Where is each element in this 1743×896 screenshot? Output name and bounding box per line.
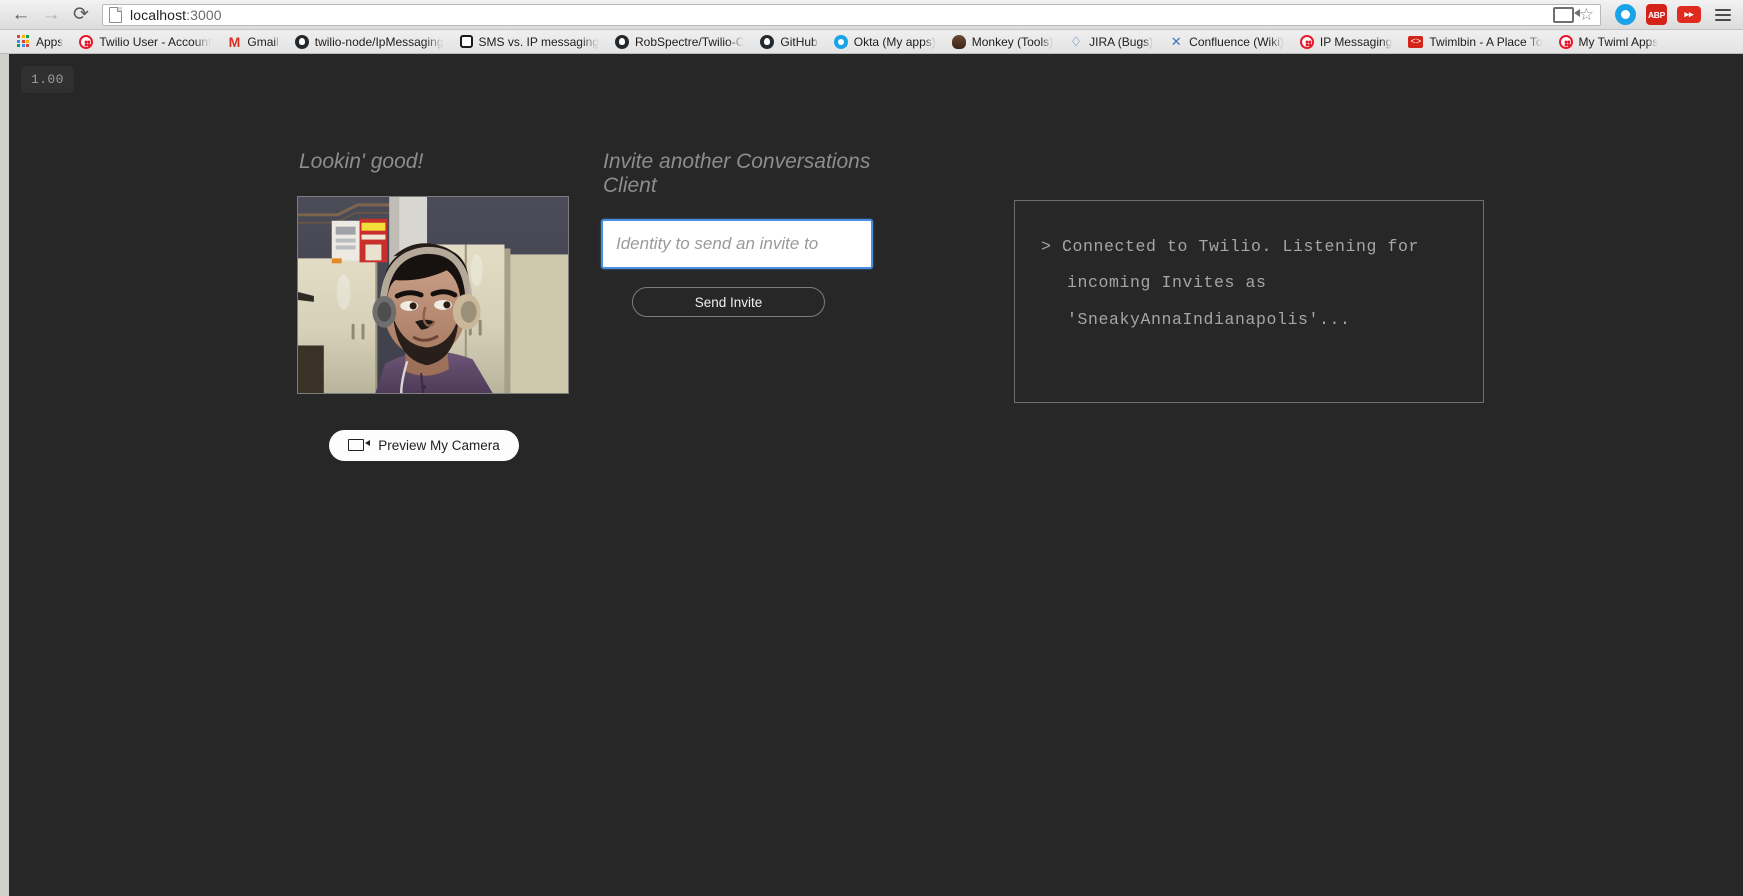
bookmark-star-icon[interactable]: ☆ xyxy=(1579,6,1594,23)
bookmark-label: Twilio User - Account xyxy=(99,34,212,49)
bookmark-ip-messaging[interactable]: IP Messaging xyxy=(1293,32,1400,52)
video-camera-icon xyxy=(348,439,371,452)
bookmark-label: twilio-node/IpMessaging xyxy=(314,34,444,49)
bookmark-twimlbin[interactable]: <> Twimlbin - A Place To xyxy=(1401,32,1549,52)
monkey-icon xyxy=(951,34,966,49)
page-document-icon xyxy=(109,6,122,23)
bookmark-twilio-node-ipmessaging[interactable]: twilio-node/IpMessaging xyxy=(288,32,451,52)
bookmark-label: Twimlbin - A Place To xyxy=(1429,34,1543,49)
preview-my-camera-label: Preview My Camera xyxy=(378,437,500,453)
bookmark-label: JIRA (Bugs) xyxy=(1089,34,1154,49)
bookmark-label: Monkey (Tools) xyxy=(971,34,1054,49)
okta-icon xyxy=(833,34,848,49)
bookmark-twilio-user-account[interactable]: Twilio User - Account xyxy=(72,32,218,52)
send-invite-button[interactable]: Send Invite xyxy=(632,287,825,318)
square-icon xyxy=(459,35,473,48)
bookmark-label: Confluence (Wiki) xyxy=(1189,34,1284,49)
bookmark-jira-bugs[interactable]: ♢ JIRA (Bugs) xyxy=(1062,32,1160,52)
confluence-icon: ✕ xyxy=(1170,33,1182,49)
okta-extension-icon[interactable] xyxy=(1615,4,1636,25)
invite-column: Invite another Conversations Client Send… xyxy=(601,150,881,318)
local-media-column: Lookin' good! Preview My Camera xyxy=(297,150,577,461)
camera-access-icon[interactable] xyxy=(1552,6,1580,23)
bookmark-github[interactable]: GitHub xyxy=(753,32,824,52)
apps-grid-icon xyxy=(17,35,30,48)
invite-heading: Invite another Conversations Client xyxy=(603,150,871,197)
app-columns: Lookin' good! Preview My Camera Invite a… xyxy=(9,54,1743,896)
local-media-heading: Lookin' good! xyxy=(299,150,424,173)
github-icon xyxy=(615,34,629,49)
forward-icon[interactable]: → xyxy=(36,2,66,28)
bookmark-apps[interactable]: Apps xyxy=(10,32,70,52)
extension-icons: ABP ▸▸ xyxy=(1605,4,1737,25)
log-panel: > Connected to Twilio. Listening for inc… xyxy=(1014,200,1484,403)
reload-icon[interactable]: ⟳ xyxy=(66,2,96,28)
bookmark-okta-my-apps[interactable]: Okta (My apps) xyxy=(827,32,943,52)
back-icon[interactable]: ← xyxy=(6,2,36,28)
local-video-preview xyxy=(297,195,569,394)
bookmark-label: Apps xyxy=(36,34,64,49)
bookmark-label: Gmail xyxy=(247,34,279,49)
bookmark-label: IP Messaging xyxy=(1319,34,1393,49)
bookmark-sms-vs-ip-messaging[interactable]: SMS vs. IP messaging xyxy=(453,32,607,52)
github-icon xyxy=(760,34,775,49)
gmail-icon: M xyxy=(228,33,241,50)
bookmark-label: My Twiml Apps xyxy=(1578,34,1659,49)
bookmark-label: Okta (My apps) xyxy=(853,34,936,49)
address-bar[interactable]: localhost:3000 ☆ xyxy=(102,3,1601,26)
chrome-menu-icon[interactable] xyxy=(1715,8,1731,21)
youtube-extension-icon[interactable]: ▸▸ xyxy=(1677,6,1701,23)
bookmark-my-twiml-apps[interactable]: My Twiml Apps xyxy=(1552,32,1666,52)
bookmark-label: GitHub xyxy=(780,34,818,49)
twilio-icon xyxy=(1299,34,1314,49)
url-port: :3000 xyxy=(186,6,222,23)
jira-icon: ♢ xyxy=(1070,33,1082,49)
preview-my-camera-button[interactable]: Preview My Camera xyxy=(329,429,519,461)
bookmark-label: SMS vs. IP messaging xyxy=(478,34,600,49)
github-icon xyxy=(294,34,309,49)
address-bar-url: localhost:3000 xyxy=(130,7,222,23)
bookmark-robspectre-twilio-c[interactable]: RobSpectre/Twilio-C xyxy=(608,32,751,52)
bookmark-label: RobSpectre/Twilio-C xyxy=(635,34,745,49)
page-viewport: 1.00 Lookin' good! Preview My Camera Inv… xyxy=(0,54,1743,896)
adblock-plus-extension-icon[interactable]: ABP xyxy=(1646,4,1667,25)
bookmarks-bar: Apps Twilio User - Account M Gmail twili… xyxy=(0,30,1743,54)
bookmark-confluence-wiki[interactable]: ✕ Confluence (Wiki) xyxy=(1162,32,1291,52)
log-line: > Connected to Twilio. Listening for inc… xyxy=(1041,237,1420,329)
url-host: localhost xyxy=(130,6,187,23)
twilio-icon xyxy=(79,34,94,49)
browser-toolbar: ← → ⟳ localhost:3000 ☆ ABP ▸▸ xyxy=(0,0,1743,30)
browser-window: ← → ⟳ localhost:3000 ☆ ABP ▸▸ Apps Twili… xyxy=(0,0,1743,896)
bookmark-gmail[interactable]: M Gmail xyxy=(220,32,285,52)
twilio-icon xyxy=(1558,34,1573,49)
bookmark-monkey-tools[interactable]: Monkey (Tools) xyxy=(945,32,1060,52)
invite-identity-input[interactable] xyxy=(601,219,873,270)
twimlbin-icon: <> xyxy=(1408,35,1424,48)
local-video-frame-image xyxy=(298,196,568,393)
